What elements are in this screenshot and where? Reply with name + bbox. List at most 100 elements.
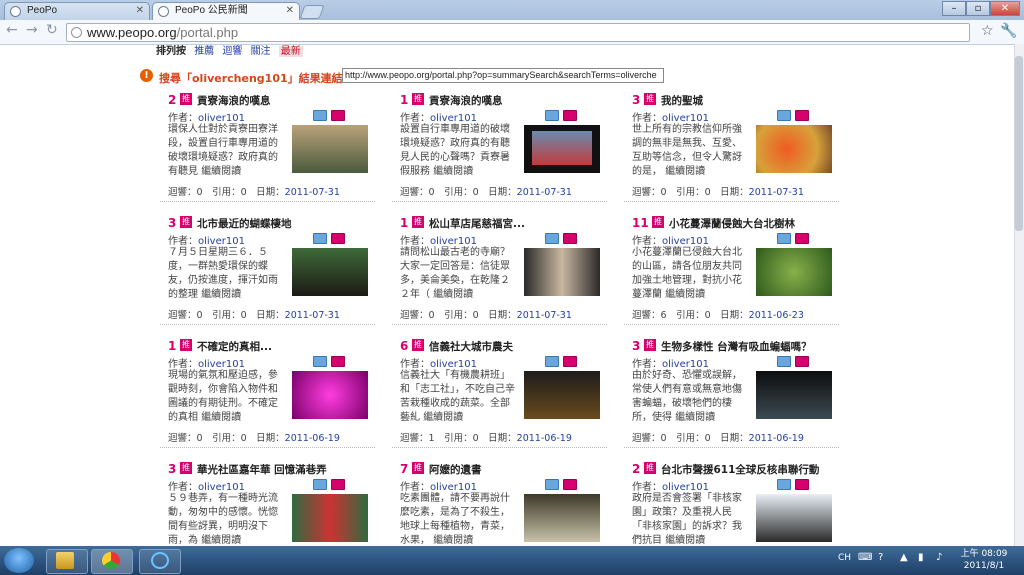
article-thumbnail[interactable] [292, 371, 368, 419]
article-thumbnail[interactable] [756, 125, 832, 173]
article-title[interactable]: 台北市聲援611全球反核串聯行動 [661, 462, 819, 477]
article-title[interactable]: 不確定的真相... [197, 339, 272, 354]
scrollbar-thumb[interactable] [1015, 56, 1023, 231]
network-icon[interactable]: ▮ [918, 552, 924, 563]
tray-expand-icon[interactable]: ▲ [900, 552, 908, 563]
ime-icon[interactable]: ⌨ [858, 552, 872, 563]
article-title[interactable]: 北市最近的蝴蝶棲地 [197, 216, 292, 231]
article-title[interactable]: 貢寮海浪的嘆息 [197, 93, 271, 108]
forward-arrow-icon[interactable]: → [26, 22, 38, 38]
article-title[interactable]: 信義社大城市農夫 [429, 339, 513, 354]
minimize-button[interactable]: – [942, 1, 966, 16]
back-arrow-icon[interactable]: ← [6, 22, 18, 38]
read-more-link[interactable]: 繼續閱讀 [201, 289, 241, 300]
article-thumbnail[interactable] [524, 125, 600, 173]
video-media-icon [331, 110, 345, 121]
recommend-badge-icon[interactable]: 推 [644, 462, 656, 474]
bookmark-star-icon[interactable]: ☆ [981, 23, 994, 39]
close-window-button[interactable]: ✕ [990, 1, 1020, 16]
reply-count: 0 [428, 310, 435, 321]
search-url-field[interactable]: http://www.peopo.org/portal.php?op=summa… [342, 68, 664, 83]
article-card: 6 推信義社大城市農夫 作者：oliver101 信義社大「有機農耕班」和「志工社」，… [392, 336, 607, 448]
article-title[interactable]: 貢寮海浪的嘆息 [429, 93, 503, 108]
recommend-badge-icon[interactable]: 推 [412, 339, 424, 351]
recommend-badge-icon[interactable]: 推 [180, 216, 192, 228]
recommend-badge-icon[interactable]: 推 [180, 462, 192, 474]
article-thumbnail[interactable] [756, 494, 832, 542]
photo-media-icon [313, 356, 327, 367]
recommend-badge-icon[interactable]: 推 [412, 93, 424, 105]
recommend-badge-icon[interactable]: 推 [644, 339, 656, 351]
article-thumbnail[interactable] [756, 248, 832, 296]
close-tab-icon[interactable]: ✕ [286, 3, 294, 19]
reply-label: 迴響： [168, 310, 197, 321]
close-tab-icon[interactable]: ✕ [136, 3, 144, 19]
wrench-icon[interactable]: 🔧 [1000, 23, 1017, 39]
url-path: /portal.php [176, 25, 239, 40]
recommend-badge-icon[interactable]: 推 [652, 216, 664, 228]
recommend-badge-icon[interactable]: 推 [180, 93, 192, 105]
sort-option-latest[interactable]: 最新 [278, 46, 303, 57]
article-date: 2011-07-31 [748, 187, 804, 198]
recommend-badge-icon[interactable]: 推 [644, 93, 656, 105]
new-tab-button[interactable] [299, 5, 325, 19]
article-summary: 現場的氣氛和壓迫感，參觀時刻，你會陷入物件和圖議的有期徒刑。不確定的真相 繼續閱… [168, 369, 284, 427]
tab-peopo[interactable]: PeoPo ✕ [4, 2, 150, 20]
article-thumbnail[interactable] [524, 371, 600, 419]
article-summary: 小花蔓澤蘭已侵蝕大台北的山區，請各位朋友共同加強土地管理，對抗小花蔓澤蘭 繼續閱… [632, 246, 748, 304]
read-more-link[interactable]: 繼續閱讀 [201, 412, 241, 423]
article-thumbnail[interactable] [524, 494, 600, 542]
article-card: 3 推生物多樣性 台灣有吸血蝙蝠嗎？ 作者：oliver101 由於好奇、恐懼或誤解，… [624, 336, 839, 448]
read-more-link[interactable]: 繼續閱讀 [433, 166, 473, 177]
article-date: 2011-06-19 [516, 433, 572, 444]
read-more-link[interactable]: 繼續閱讀 [675, 412, 715, 423]
sort-option-follow[interactable]: 關注 [251, 46, 271, 57]
article-card: 1 推松山草店尾慈福宮... 作者：oliver101 請問松山最古老的寺廟？大家一定… [392, 213, 607, 325]
divider [392, 447, 607, 448]
read-more-link[interactable]: 繼續閱讀 [423, 412, 463, 423]
article-title[interactable]: 我的聖城 [661, 93, 703, 108]
article-title[interactable]: 松山草店尾慈福宮... [429, 216, 525, 231]
author-row: 作者：oliver101 [168, 109, 245, 124]
read-more-link[interactable]: 繼續閱讀 [201, 166, 241, 177]
reload-icon[interactable]: ↻ [46, 22, 58, 38]
recommend-badge-icon[interactable]: 推 [180, 339, 192, 351]
article-thumbnail[interactable] [292, 494, 368, 542]
sort-option-replies[interactable]: 迴響 [222, 46, 242, 57]
article-title[interactable]: 生物多樣性 台灣有吸血蝙蝠嗎？ [661, 339, 812, 354]
read-more-link[interactable]: 繼續閱讀 [433, 289, 473, 300]
maximize-button[interactable]: ▫ [966, 1, 990, 16]
article-summary: 信義社大「有機農耕班」和「志工社」，不吃自己辛苦栽種收成的蔬菜。全部藝糺 繼續閱… [400, 369, 516, 427]
article-thumbnail[interactable] [524, 248, 600, 296]
recommend-badge-icon[interactable]: 推 [412, 216, 424, 228]
article-card: 3 推我的聖城 作者：oliver101 世上所有的宗教信仰所強調的無非是無我、互愛、… [624, 90, 839, 202]
read-more-link[interactable]: 繼續閱讀 [665, 166, 705, 177]
date-label: 日期： [256, 310, 285, 321]
volume-icon[interactable]: ♪ [936, 552, 942, 563]
help-icon[interactable]: ? [878, 552, 883, 563]
article-title[interactable]: 華光社區嘉年華 回憶滿巷弄 [197, 462, 327, 477]
article-thumbnail[interactable] [756, 371, 832, 419]
article-title[interactable]: 阿嬤的遺書 [429, 462, 482, 477]
taskbar-clock[interactable]: 上午 08:09 2011/8/1 [958, 548, 1010, 572]
article-thumbnail[interactable] [292, 125, 368, 173]
sort-option-recommend[interactable]: 推薦 [194, 46, 214, 57]
cite-count: 0 [240, 310, 247, 321]
article-stats: 迴響：0 引用：0 日期：2011-07-31 [168, 307, 340, 321]
start-button[interactable] [4, 548, 34, 573]
read-more-link[interactable]: 繼續閱讀 [433, 535, 473, 546]
article-title[interactable]: 小花蔓澤蘭侵蝕大台北樹林 [669, 216, 795, 231]
read-more-link[interactable]: 繼續閱讀 [665, 535, 705, 546]
divider [624, 324, 839, 325]
date-label: 日期： [720, 433, 749, 444]
recommend-badge-icon[interactable]: 推 [412, 462, 424, 474]
page-icon [10, 6, 21, 17]
video-media-icon [563, 233, 577, 244]
reply-label: 迴響： [400, 187, 429, 198]
read-more-link[interactable]: 繼續閱讀 [665, 289, 705, 300]
language-indicator[interactable]: CH [838, 553, 851, 563]
article-thumbnail[interactable] [292, 248, 368, 296]
read-more-link[interactable]: 繼續閱讀 [201, 535, 241, 546]
tab-peopo-news[interactable]: PeoPo 公民新聞 ✕ [152, 2, 300, 20]
address-bar[interactable]: www.peopo.org/portal.php [66, 23, 970, 42]
